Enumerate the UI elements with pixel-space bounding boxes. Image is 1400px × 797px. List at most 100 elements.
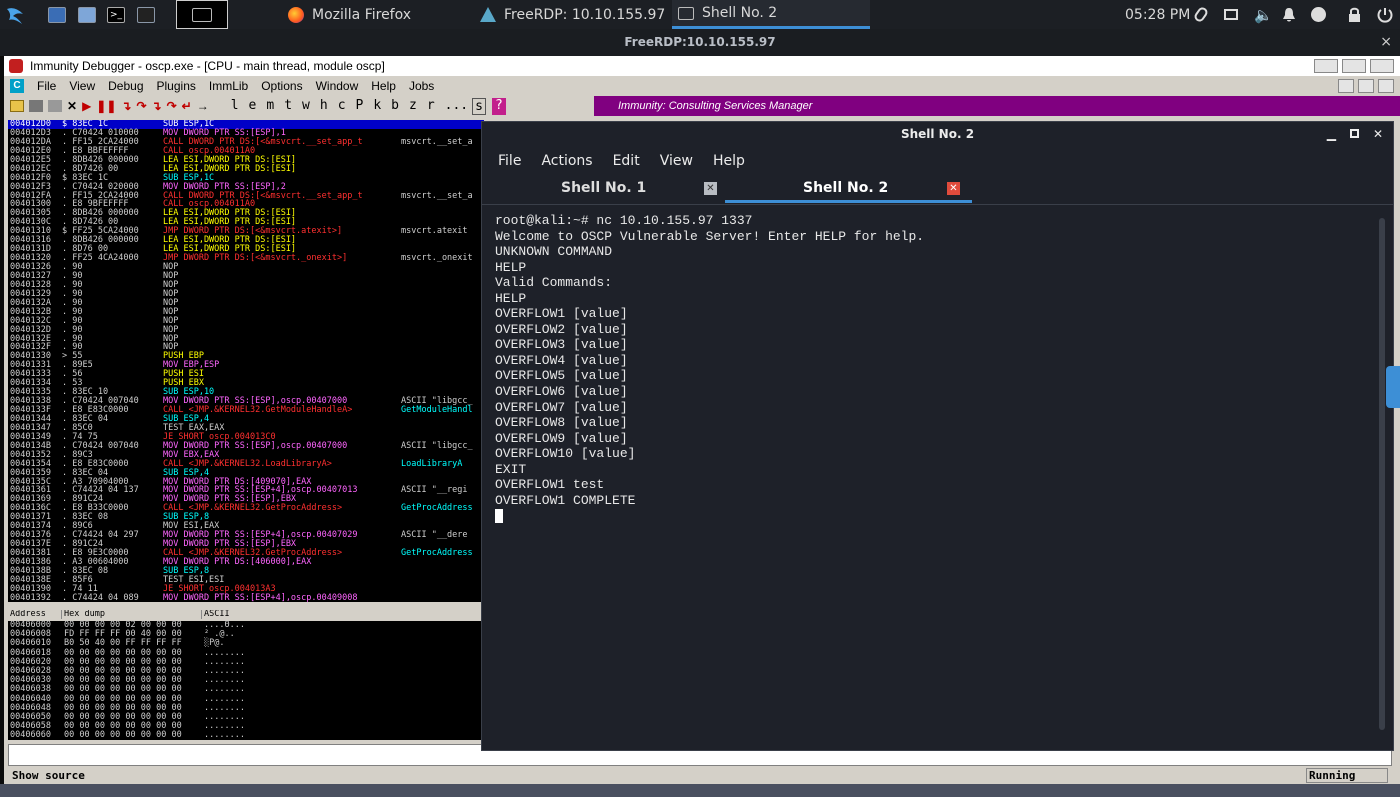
terminal-line: OVERFLOW1 [value]: [495, 306, 628, 322]
windows-taskbar-strip: [0, 784, 1400, 797]
log-window-button[interactable]: l: [231, 98, 239, 115]
source-button[interactable]: s: [472, 97, 486, 115]
terminal-window-title: Shell No. 2: [900, 127, 975, 141]
handles-button[interactable]: h: [320, 98, 328, 115]
cpu-icon[interactable]: C: [10, 79, 24, 93]
power-options-icon[interactable]: [1311, 0, 1326, 29]
run-trace-button[interactable]: ...: [445, 98, 468, 115]
workspace-switcher[interactable]: [176, 0, 228, 29]
disasm-instruction: JMP DWORD PTR DS:[<&msvcrt._onexit>]: [163, 253, 348, 264]
attach-icon[interactable]: [48, 100, 62, 112]
tab-close-icon[interactable]: ✕: [704, 182, 717, 195]
dump-col-hex[interactable]: Hex dump: [62, 610, 202, 620]
menu-edit[interactable]: Edit: [613, 153, 640, 169]
pause-icon[interactable]: ❚❚: [96, 99, 116, 113]
menu-options[interactable]: Options: [261, 79, 302, 93]
dump-col-ascii[interactable]: ASCII: [202, 610, 230, 619]
terminal-icon[interactable]: >_: [107, 0, 125, 29]
child-close-button[interactable]: [1378, 79, 1394, 93]
terminal-output[interactable]: root@kali:~# nc 10.10.155.97 1337 Welcome…: [495, 213, 1375, 524]
logout-icon[interactable]: [1377, 0, 1393, 29]
disasm-address: 00401392: [10, 592, 51, 602]
run-icon[interactable]: ▶: [82, 99, 91, 113]
taskbar-app-shell[interactable]: Shell No. 2: [672, 0, 870, 29]
menu-window[interactable]: Window: [316, 79, 359, 93]
execute-till-return-icon[interactable]: ↵: [182, 99, 192, 113]
windows-button[interactable]: w: [302, 98, 310, 115]
consulting-banner[interactable]: Immunity: Consulting Services Manager: [594, 96, 1400, 116]
threads-button[interactable]: t: [284, 98, 292, 115]
menu-file[interactable]: File: [37, 79, 56, 93]
step-into-icon[interactable]: ↴: [121, 99, 131, 113]
menu-immlib[interactable]: ImmLib: [209, 79, 248, 93]
taskbar-app-freerdp[interactable]: FreeRDP: 10.10.155.97: [480, 0, 665, 29]
terminal-line: HELP: [495, 290, 527, 306]
executable-modules-button[interactable]: e: [249, 98, 257, 115]
menu-file[interactable]: File: [498, 153, 521, 169]
menu-jobs[interactable]: Jobs: [409, 79, 434, 93]
minimize-button[interactable]: [1314, 59, 1338, 73]
screenshot-icon[interactable]: [137, 0, 155, 29]
terminal-line: OVERFLOW1 COMPLETE: [495, 492, 636, 508]
goto-icon[interactable]: →: [197, 99, 209, 113]
volume-icon[interactable]: 🔈: [1254, 0, 1273, 29]
help-button[interactable]: ?: [491, 97, 506, 115]
terminal-line: root@kali:~# nc 10.10.155.97 1337: [495, 213, 753, 228]
close-icon[interactable]: ×: [1380, 29, 1392, 56]
hex-dump-pane[interactable]: Address Hex dump ASCII 00406000 00 00 00 00…: [8, 610, 484, 740]
bell-icon[interactable]: [1282, 0, 1296, 29]
memory-map-button[interactable]: m: [266, 98, 274, 115]
restart-icon[interactable]: [29, 100, 43, 112]
paperclip-icon[interactable]: [1192, 0, 1210, 29]
breakpoints-button[interactable]: b: [391, 98, 399, 115]
close-program-icon[interactable]: ✕: [67, 99, 77, 113]
immunity-window-title: Immunity Debugger - oscp.exe - [CPU - ma…: [30, 59, 385, 73]
terminal-line: OVERFLOW6 [value]: [495, 384, 628, 400]
terminal-line: OVERFLOW5 [value]: [495, 368, 628, 384]
display-icon[interactable]: [1224, 0, 1238, 29]
menu-plugins[interactable]: Plugins: [157, 79, 196, 93]
menu-view[interactable]: View: [660, 153, 693, 169]
tab-shell-1[interactable]: Shell No. 1: [561, 180, 646, 196]
cpu-disassembly-pane[interactable]: 004012D0 $ 83EC 1C SUB ESP,1C 004012D3. C70…: [8, 120, 484, 602]
z-button[interactable]: z: [409, 98, 417, 115]
animate-into-icon[interactable]: ↴: [152, 99, 162, 113]
taskbar: >_ Mozilla Firefox FreeRDP: 10.10.155.97…: [0, 0, 1400, 29]
minimize-icon[interactable]: ▁: [1327, 122, 1336, 146]
kali-menu-icon[interactable]: [4, 0, 28, 29]
side-handle[interactable]: [1386, 366, 1400, 408]
disasm-row[interactable]: 00401392 . C74424 04 089 MOV DWORD PTR SS:…: [8, 592, 484, 602]
close-button[interactable]: [1370, 59, 1394, 73]
clock[interactable]: 05:28 PM: [1125, 0, 1190, 29]
files-icon[interactable]: [78, 0, 96, 29]
dump-row[interactable]: 00406060 00 00 00 00 00 00 00 00........: [8, 731, 484, 740]
workspace-icon[interactable]: [48, 0, 66, 29]
taskbar-app-label: Shell No. 2: [702, 5, 778, 21]
disasm-comment: ASCII "__dere: [401, 530, 468, 541]
immunity-toolbar: ✕ ▶ ❚❚ ↴ ↷ ↴ ↷ ↵ → l e m t w h c P k b z…: [4, 96, 1400, 116]
tab-close-icon[interactable]: ✕: [947, 182, 960, 195]
open-icon[interactable]: [10, 100, 24, 112]
menu-view[interactable]: View: [69, 79, 95, 93]
menu-help[interactable]: Help: [713, 153, 745, 169]
cpu-button[interactable]: c: [338, 98, 346, 115]
child-minimize-button[interactable]: [1338, 79, 1354, 93]
dump-col-address[interactable]: Address: [8, 610, 62, 620]
patches-button[interactable]: P: [356, 98, 364, 115]
menu-debug[interactable]: Debug: [108, 79, 143, 93]
taskbar-app-firefox[interactable]: Mozilla Firefox: [288, 0, 411, 29]
disasm-hex: . C74424 04 089: [62, 592, 139, 602]
references-button[interactable]: r: [427, 98, 435, 115]
menu-actions[interactable]: Actions: [541, 153, 592, 169]
lock-icon[interactable]: [1348, 0, 1361, 29]
child-restore-button[interactable]: [1358, 79, 1374, 93]
step-over-icon[interactable]: ↷: [136, 99, 146, 113]
animate-over-icon[interactable]: ↷: [167, 99, 177, 113]
terminal-scrollbar[interactable]: [1379, 218, 1385, 730]
maximize-icon[interactable]: [1349, 129, 1359, 138]
call-stack-button[interactable]: k: [373, 98, 381, 115]
menu-help[interactable]: Help: [371, 79, 396, 93]
restore-button[interactable]: [1342, 59, 1366, 73]
terminal-divider: [482, 204, 1393, 205]
close-icon[interactable]: ✕: [1373, 122, 1383, 146]
